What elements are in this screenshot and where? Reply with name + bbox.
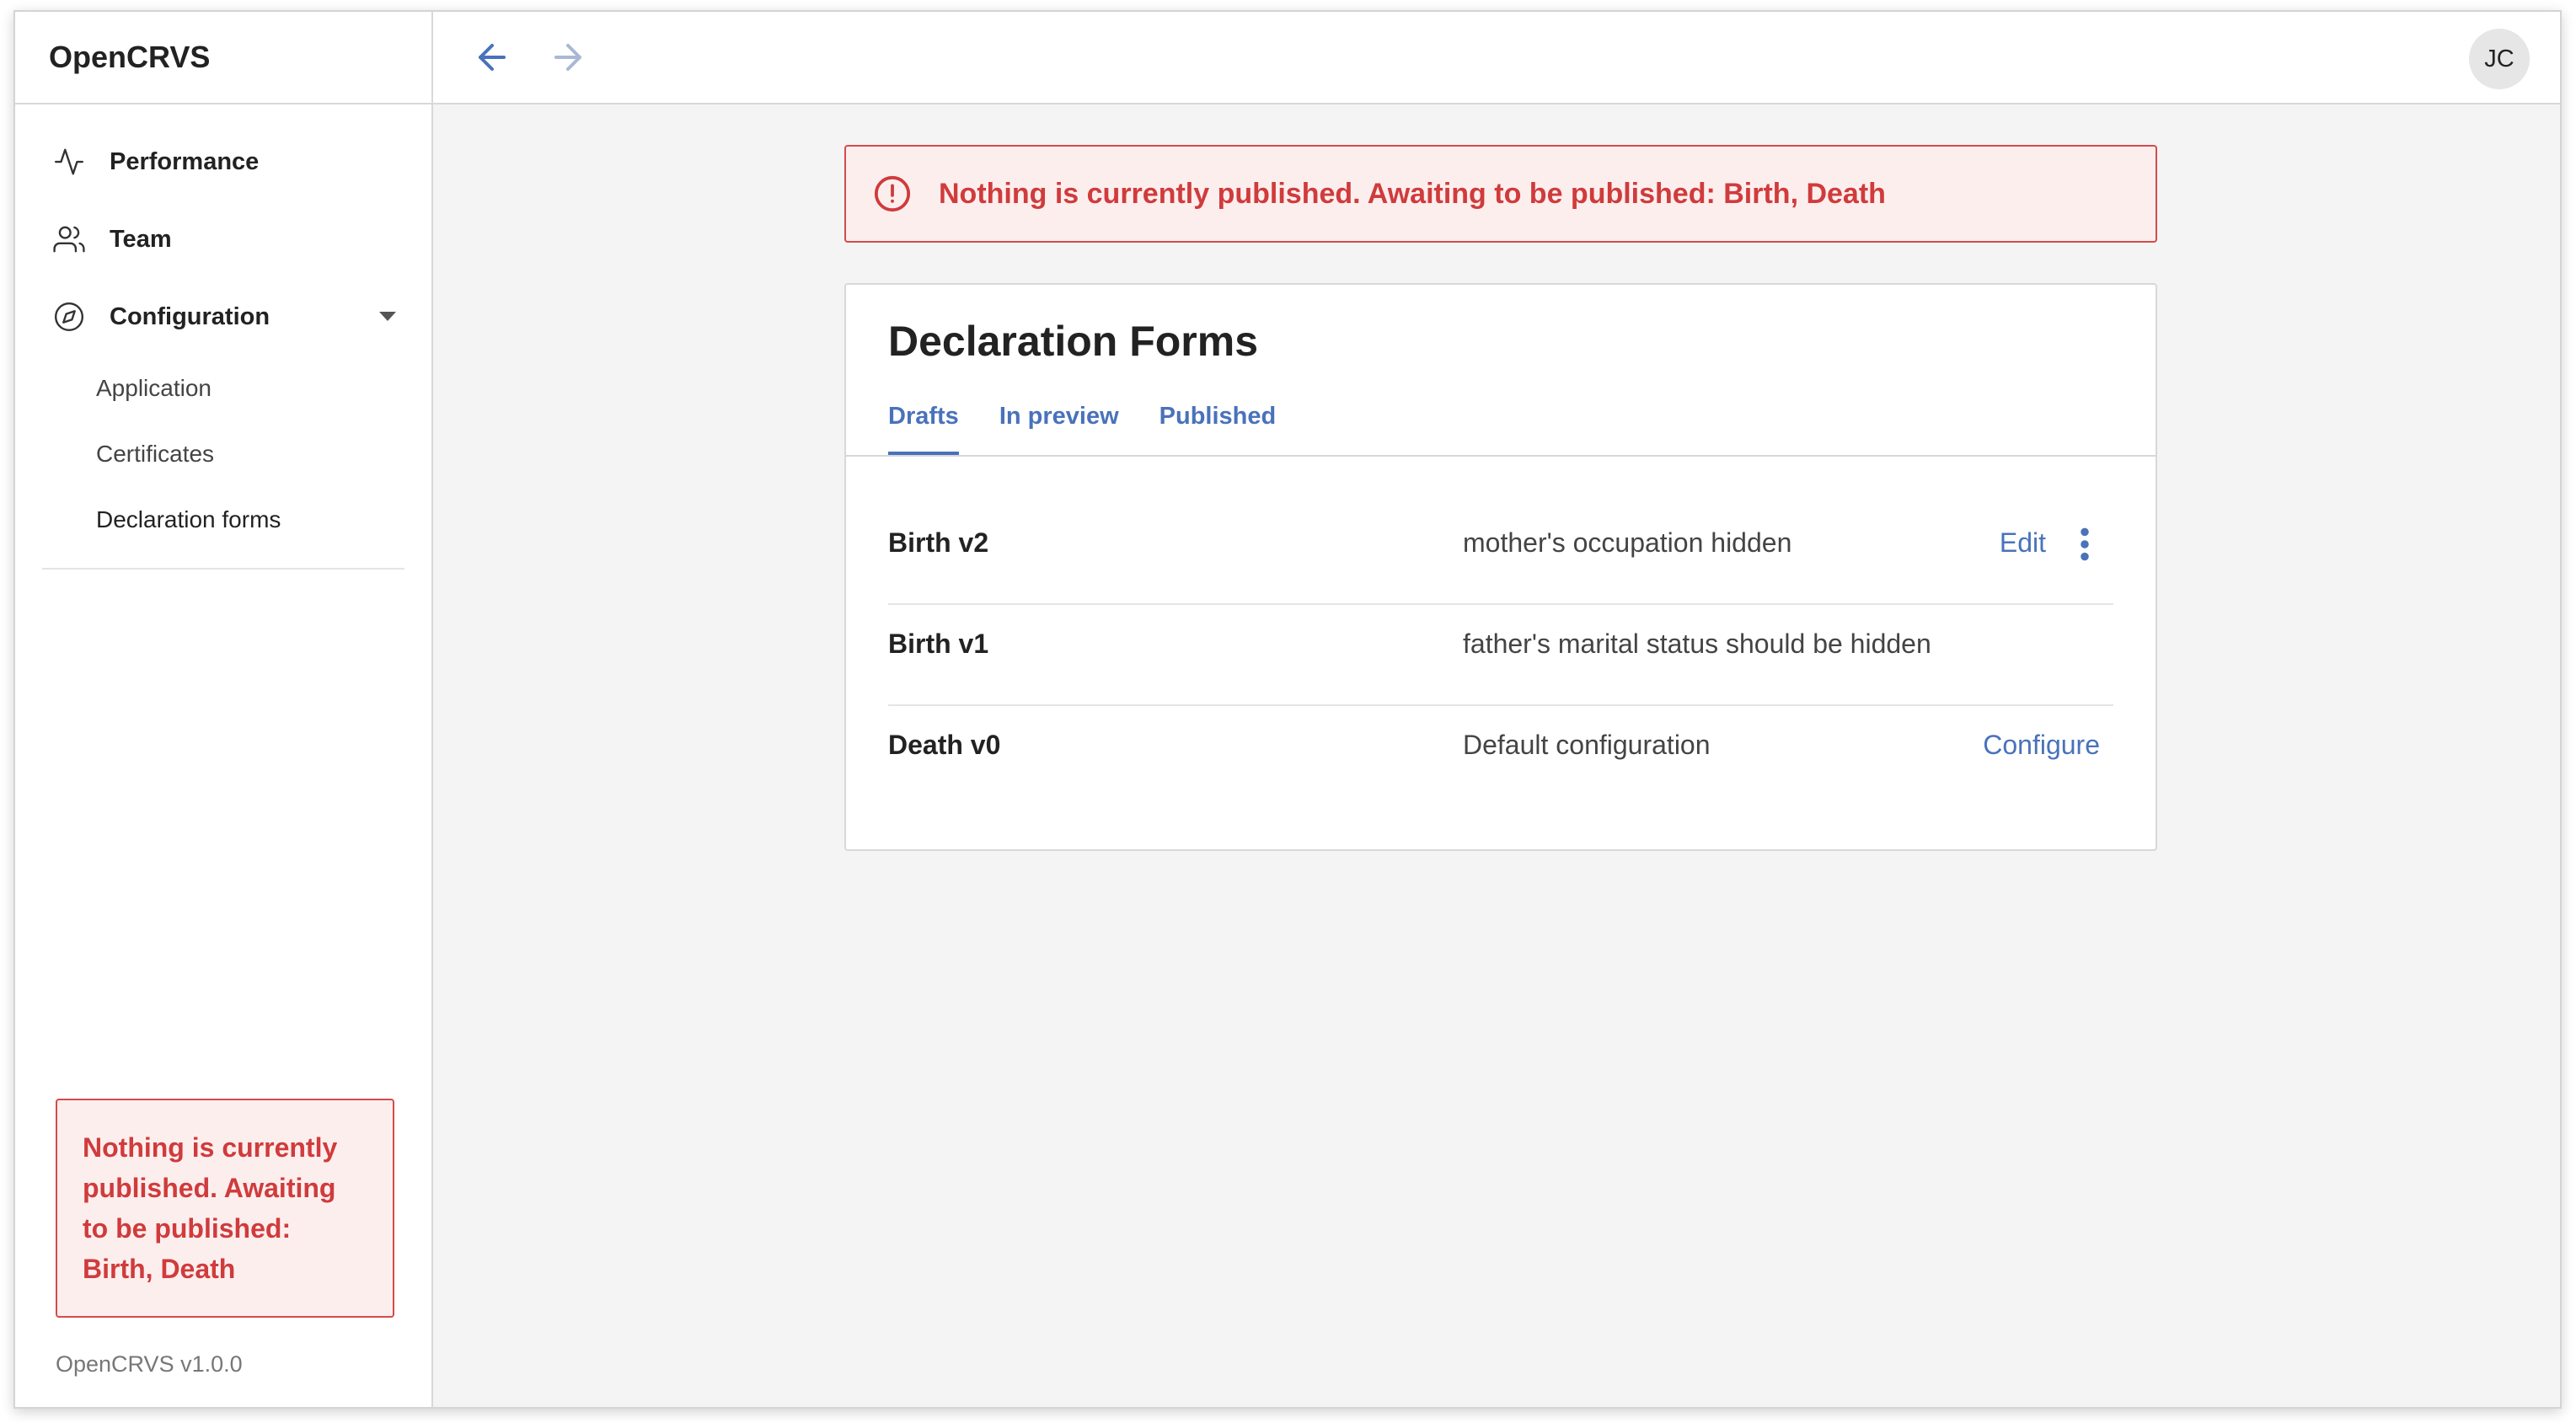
form-name: Birth v2 xyxy=(888,527,989,558)
declaration-forms-card: Declaration Forms Drafts In preview Publ… xyxy=(844,283,2157,851)
arrow-left-icon[interactable] xyxy=(472,37,512,78)
list-item: Birth v2 mother's occupation hidden Edit xyxy=(888,504,2113,605)
tab-published[interactable]: Published xyxy=(1159,394,1277,455)
form-comment: mother's occupation hidden xyxy=(1463,527,1792,558)
edit-button[interactable]: Edit xyxy=(2000,527,2046,559)
alert-circle-icon xyxy=(873,174,912,213)
sidebar-item-label: Configuration xyxy=(110,302,270,330)
list-item: Death v0 Default configuration Configure xyxy=(888,706,2113,807)
publish-alert-banner: Nothing is currently published. Awaiting… xyxy=(844,145,2157,243)
tab-bar: Drafts In preview Published xyxy=(888,394,1316,455)
sidebar: OpenCRVS Performance Team Configuration … xyxy=(15,12,433,1407)
alert-text: Nothing is currently published. Awaiting… xyxy=(939,177,1886,210)
sidebar-subitem-declaration-forms[interactable]: Declaration forms xyxy=(15,487,431,553)
more-vertical-icon[interactable] xyxy=(2076,526,2093,563)
list-item: Birth v1 father's marital status should … xyxy=(888,605,2113,706)
form-list: Birth v2 mother's occupation hidden Edit… xyxy=(888,504,2113,807)
avatar[interactable]: JC xyxy=(2469,29,2530,89)
sidebar-item-team[interactable]: Team xyxy=(15,201,431,278)
form-comment: Default configuration xyxy=(1463,730,1711,760)
brand-logo: OpenCRVS xyxy=(15,12,431,104)
sidebar-divider xyxy=(42,568,404,570)
arrow-right-icon[interactable] xyxy=(548,37,588,78)
top-bar: JC xyxy=(433,12,2560,104)
page-title: Declaration Forms xyxy=(888,318,1259,365)
sidebar-item-configuration[interactable]: Configuration xyxy=(15,278,431,356)
users-icon xyxy=(52,222,86,256)
app-window: OpenCRVS Performance Team Configuration … xyxy=(13,10,2562,1409)
sidebar-item-label: Team xyxy=(110,225,172,253)
tab-divider xyxy=(846,455,2156,457)
tab-in-preview[interactable]: In preview xyxy=(999,394,1119,455)
sidebar-item-label: Performance xyxy=(110,147,260,175)
app-version: OpenCRVS v1.0.0 xyxy=(56,1351,243,1377)
chevron-down-icon[interactable] xyxy=(379,312,396,321)
form-name: Death v0 xyxy=(888,730,1001,760)
sidebar-subitem-certificates[interactable]: Certificates xyxy=(15,421,431,487)
sidebar-publish-alert: Nothing is currently published. Awaiting… xyxy=(56,1099,394,1318)
form-comment: father's marital status should be hidden xyxy=(1463,629,1931,659)
form-name: Birth v1 xyxy=(888,629,989,659)
activity-icon xyxy=(52,145,86,179)
compass-icon xyxy=(52,300,86,334)
configure-button[interactable]: Configure xyxy=(1983,730,2100,761)
tab-drafts[interactable]: Drafts xyxy=(888,394,959,455)
sidebar-nav: Performance Team Configuration Applicati… xyxy=(15,104,431,570)
sidebar-subitem-application[interactable]: Application xyxy=(15,356,431,421)
sidebar-item-performance[interactable]: Performance xyxy=(15,123,431,201)
